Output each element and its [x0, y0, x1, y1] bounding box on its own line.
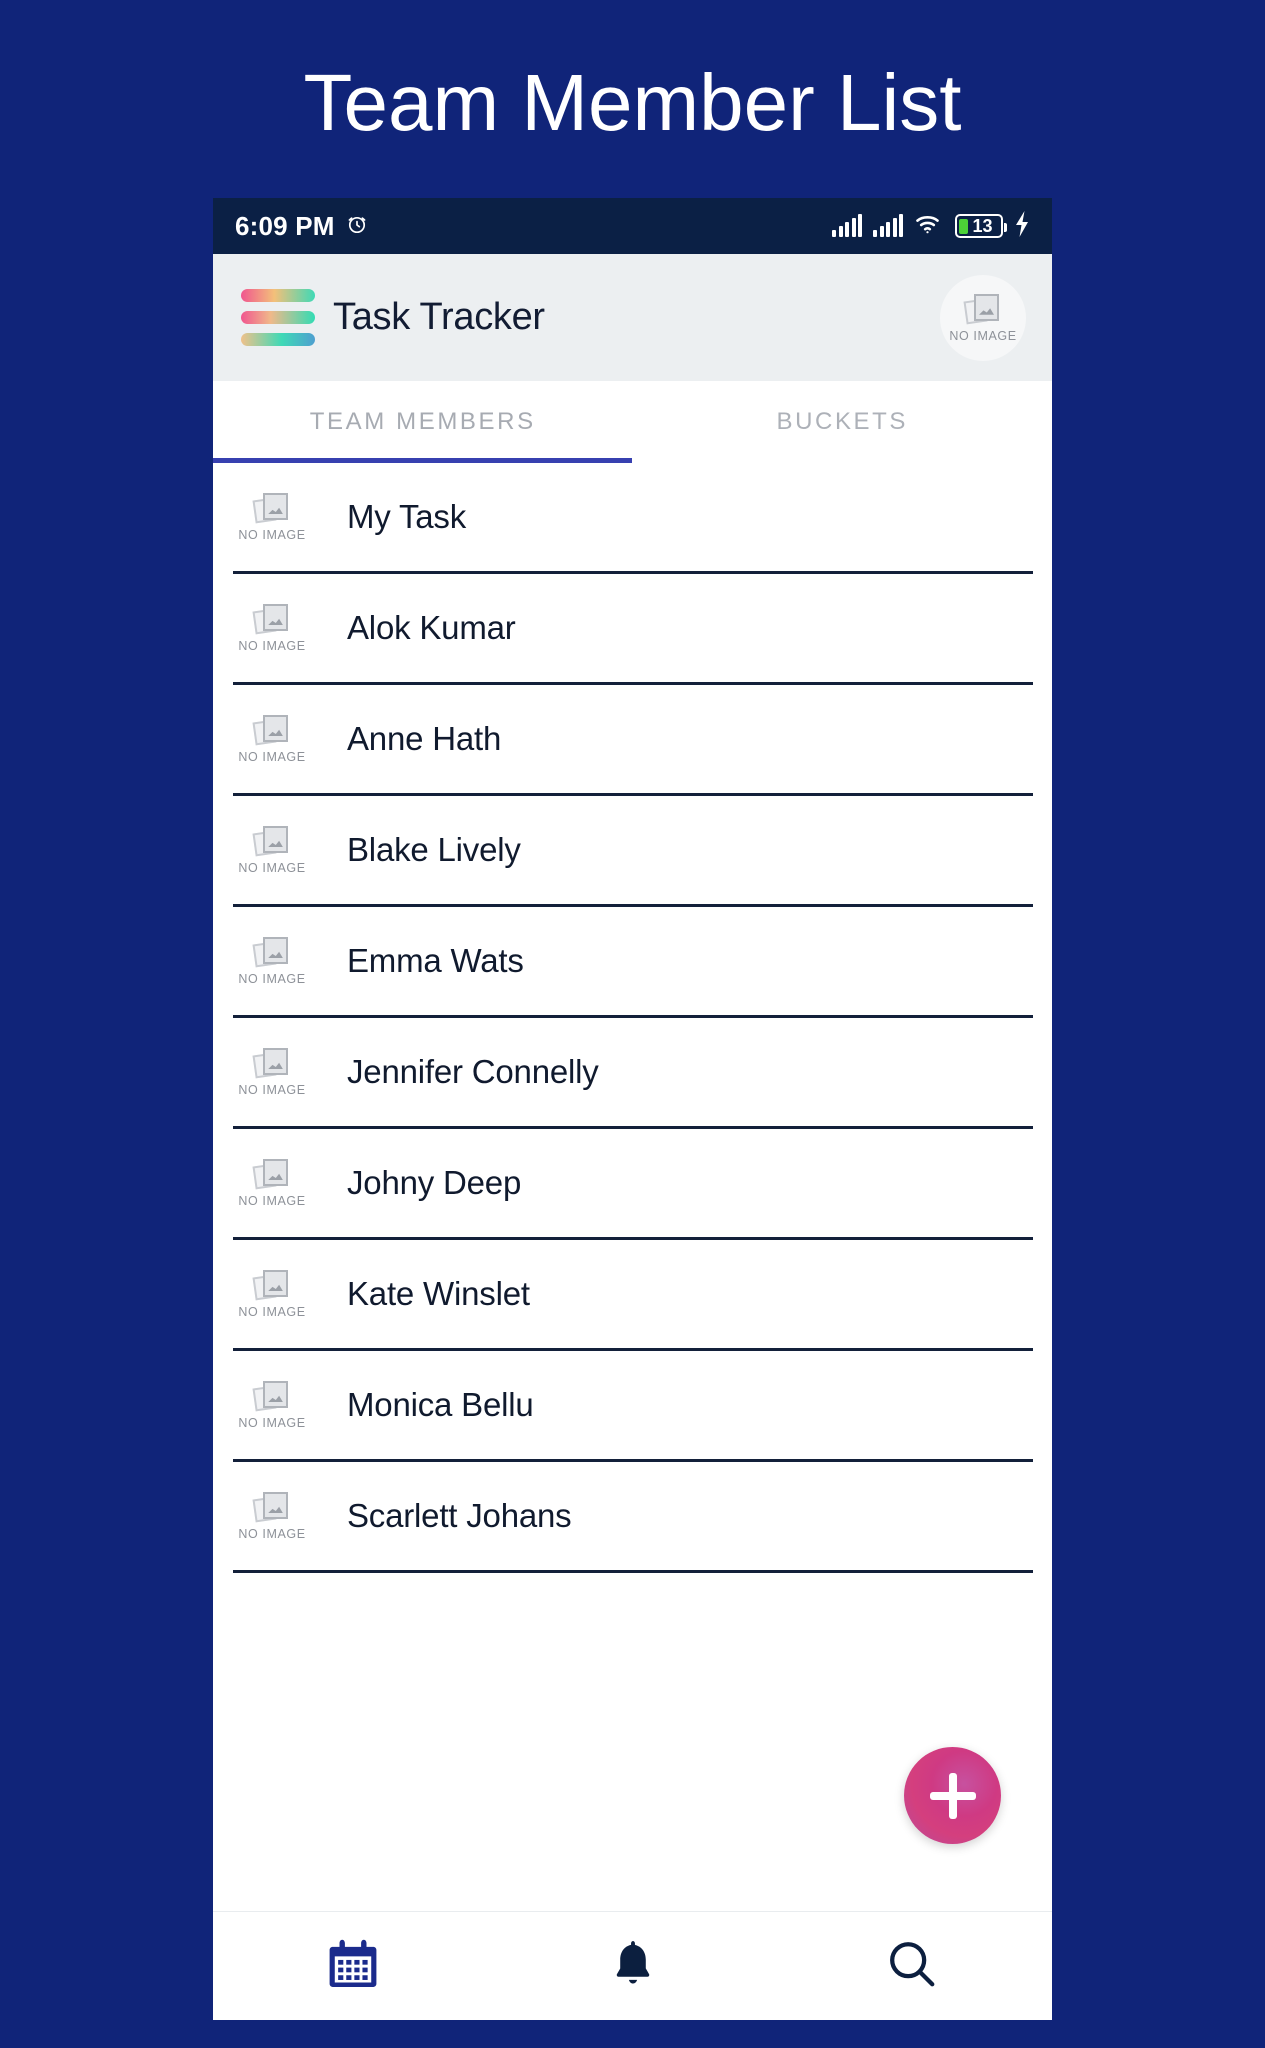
avatar[interactable]: NO IMAGE	[940, 274, 1026, 361]
nav-item-calendar[interactable]	[213, 1937, 493, 1996]
list-item[interactable]: NO IMAGE Alok Kumar	[213, 574, 1052, 682]
no-image-placeholder-icon: NO IMAGE	[235, 825, 309, 875]
no-image-placeholder-icon: NO IMAGE	[949, 293, 1016, 343]
no-image-placeholder-icon: NO IMAGE	[235, 1491, 309, 1541]
member-name: Alok Kumar	[347, 609, 516, 646]
no-image-caption: NO IMAGE	[238, 1194, 306, 1209]
no-image-caption: NO IMAGE	[238, 972, 306, 987]
app-brand[interactable]: Task Tracker	[241, 289, 545, 346]
no-image-caption: NO IMAGE	[238, 1416, 306, 1431]
no-image-caption: NO IMAGE	[238, 639, 306, 654]
nav-item-notifications[interactable]	[493, 1938, 773, 1995]
no-image-caption: NO IMAGE	[238, 1305, 306, 1320]
member-name: Kate Winslet	[347, 1275, 530, 1312]
member-name: Jennifer Connelly	[347, 1053, 599, 1090]
list-item[interactable]: NO IMAGE Monica Bellu	[213, 1351, 1052, 1459]
list-item[interactable]: NO IMAGE Kate Winslet	[213, 1240, 1052, 1348]
no-image-caption: NO IMAGE	[238, 528, 306, 543]
wifi-icon	[914, 212, 944, 241]
bell-icon	[607, 1938, 659, 1995]
no-image-placeholder-icon: NO IMAGE	[235, 1269, 309, 1319]
member-name: Blake Lively	[347, 831, 521, 868]
team-member-list: NO IMAGE My Task NO IMAGE Alok Kumar NO IMAG…	[213, 463, 1052, 1573]
battery-level: 13	[972, 215, 993, 236]
nav-item-search[interactable]	[772, 1937, 1052, 1996]
no-image-caption: NO IMAGE	[238, 1083, 306, 1098]
no-image-placeholder-icon: NO IMAGE	[235, 714, 309, 764]
status-bar-right: 13	[832, 210, 1030, 242]
member-name: Monica Bellu	[347, 1386, 534, 1423]
no-image-placeholder-icon: NO IMAGE	[235, 1158, 309, 1208]
plus-icon	[930, 1773, 976, 1819]
calendar-icon	[326, 1937, 380, 1996]
no-image-placeholder-icon: NO IMAGE	[235, 1380, 309, 1430]
no-image-caption: NO IMAGE	[949, 328, 1017, 343]
no-image-placeholder-icon: NO IMAGE	[235, 1047, 309, 1097]
battery-icon: 13	[955, 214, 1007, 238]
list-item[interactable]: NO IMAGE Scarlett Johans	[213, 1462, 1052, 1570]
member-name: Scarlett Johans	[347, 1497, 572, 1534]
status-bar: 6:09 PM 13	[213, 198, 1052, 254]
alarm-clock-icon	[345, 212, 369, 241]
no-image-caption: NO IMAGE	[238, 861, 306, 876]
no-image-placeholder-icon: NO IMAGE	[235, 492, 309, 542]
status-time: 6:09 PM	[235, 210, 335, 241]
search-icon	[885, 1937, 939, 1996]
no-image-placeholder-icon: NO IMAGE	[235, 936, 309, 986]
no-image-caption: NO IMAGE	[238, 750, 306, 765]
no-image-placeholder-icon: NO IMAGE	[235, 603, 309, 653]
app-title: Task Tracker	[333, 296, 545, 338]
list-item[interactable]: NO IMAGE Anne Hath	[213, 685, 1052, 793]
page-title: Team Member List	[303, 58, 962, 147]
list-divider	[233, 1570, 1033, 1573]
list-item[interactable]: NO IMAGE Jennifer Connelly	[213, 1018, 1052, 1126]
tab-bar: TEAM MEMBERS BUCKETS	[213, 381, 1052, 463]
list-item[interactable]: NO IMAGE Blake Lively	[213, 796, 1052, 904]
task-tracker-logo-icon	[241, 289, 315, 346]
bottom-navigation	[213, 1911, 1052, 2020]
member-name: My Task	[347, 498, 467, 535]
tab-team-members[interactable]: TEAM MEMBERS	[213, 381, 633, 463]
member-name: Anne Hath	[347, 720, 502, 757]
phone-frame: 6:09 PM 13 Task Tracker NO IMAGE TEAM ME…	[213, 198, 1052, 2020]
cellular-signal-icon	[873, 214, 903, 237]
cellular-signal-icon	[832, 214, 862, 237]
no-image-caption: NO IMAGE	[238, 1527, 306, 1542]
add-member-fab[interactable]	[904, 1747, 1001, 1844]
list-item[interactable]: NO IMAGE Johny Deep	[213, 1129, 1052, 1237]
member-name: Johny Deep	[347, 1164, 522, 1201]
member-name: Emma Wats	[347, 942, 524, 979]
list-item[interactable]: NO IMAGE Emma Wats	[213, 907, 1052, 1015]
status-bar-left: 6:09 PM	[235, 211, 369, 242]
app-bar: Task Tracker NO IMAGE	[213, 254, 1052, 381]
list-item[interactable]: NO IMAGE My Task	[213, 463, 1052, 571]
tab-buckets[interactable]: BUCKETS	[633, 381, 1053, 463]
lightning-bolt-icon	[1014, 210, 1030, 242]
